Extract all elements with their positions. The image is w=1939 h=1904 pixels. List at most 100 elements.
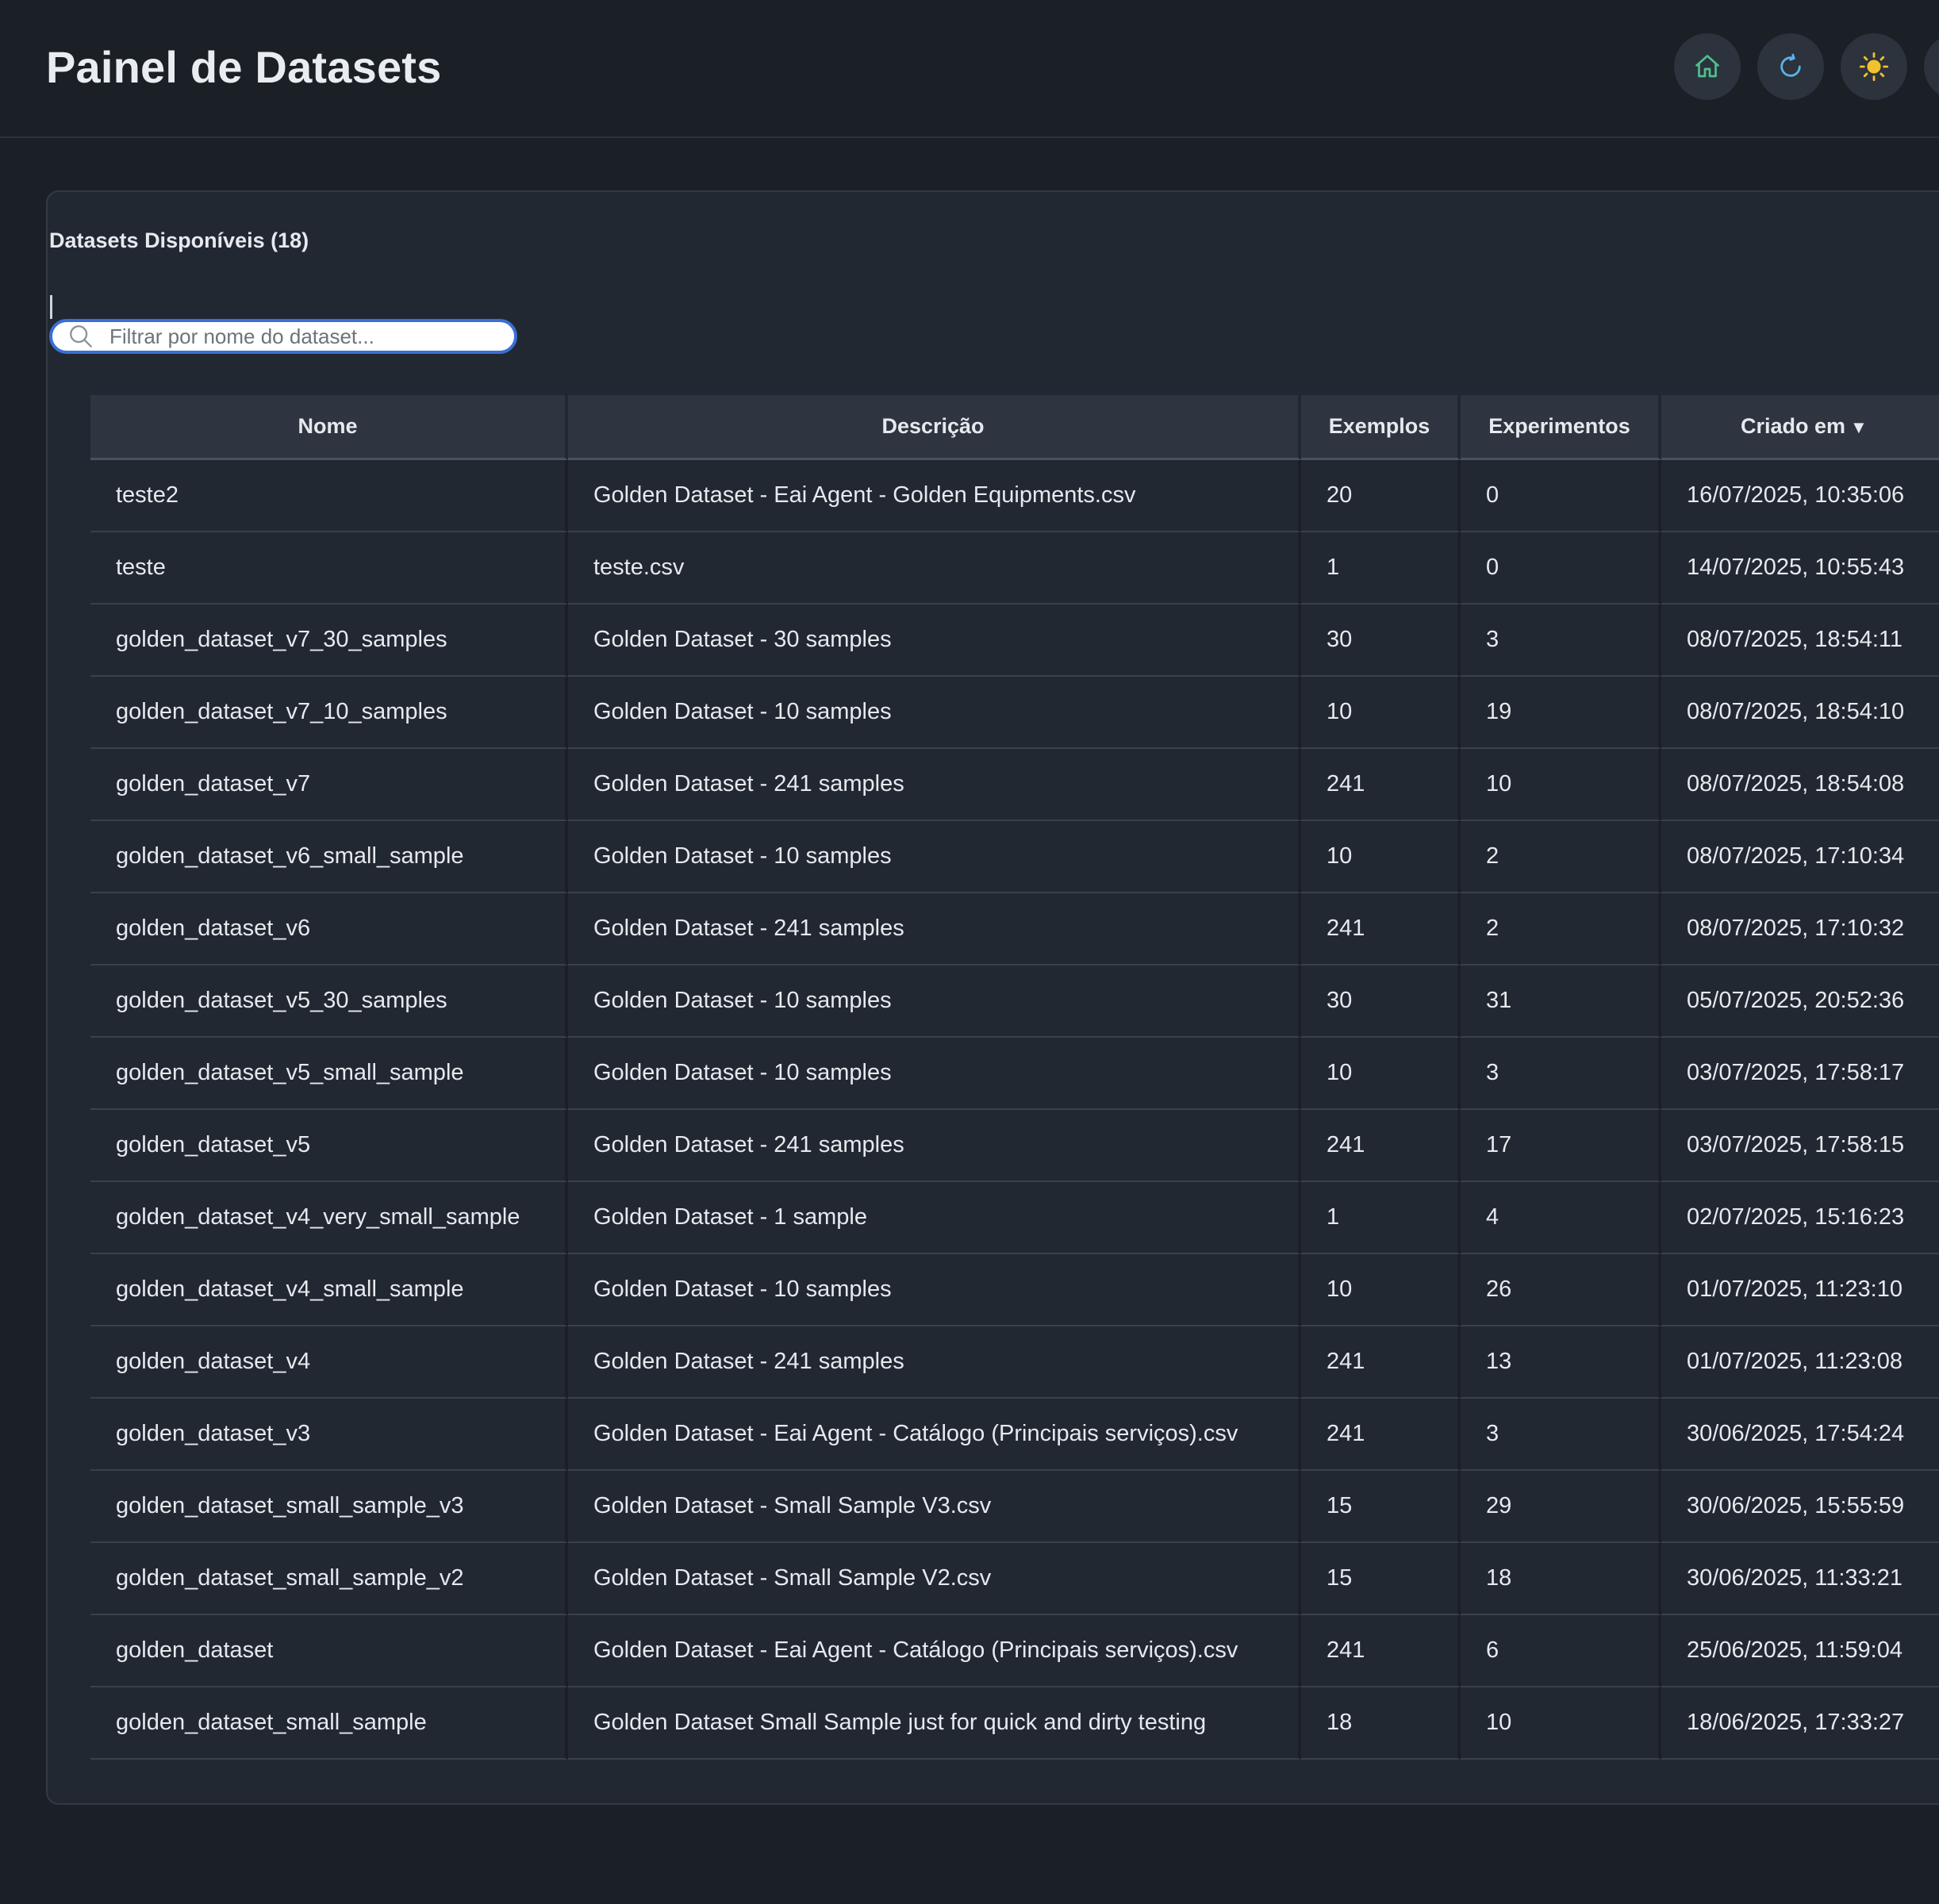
cell-nome: golden_dataset_v4_small_sample [90,1254,568,1326]
sun-icon [1859,52,1889,82]
cell-experimentos: 2 [1461,893,1661,965]
cell-descricao: Golden Dataset - 241 samples [568,1326,1301,1399]
column-header-exemplos[interactable]: Exemplos [1301,395,1461,460]
cell-exemplos: 241 [1301,749,1461,821]
cell-criado-em: 03/07/2025, 17:58:17 [1661,1038,1939,1110]
user-menu-button[interactable] [1924,33,1939,100]
cell-nome: golden_dataset_v4 [90,1326,568,1399]
cell-experimentos: 31 [1461,965,1661,1038]
table-header-row: Nome Descrição Exemplos Experimentos Cri… [90,395,1939,460]
cell-nome: golden_dataset_v6_small_sample [90,821,568,893]
cell-descricao: Golden Dataset - 10 samples [568,821,1301,893]
cell-nome: golden_dataset_small_sample [90,1687,568,1760]
page-title: Painel de Datasets [46,42,442,92]
cell-exemplos: 20 [1301,460,1461,532]
table-row[interactable]: golden_dataset_v4_small_sample Golden Dat… [90,1254,1939,1326]
cell-exemplos: 241 [1301,1399,1461,1471]
home-icon [1693,52,1722,81]
cell-experimentos: 2 [1461,821,1661,893]
cell-exemplos: 15 [1301,1471,1461,1543]
cell-criado-em: 30/06/2025, 15:55:59 [1661,1471,1939,1543]
cell-descricao: Golden Dataset - 1 sample [568,1182,1301,1254]
cell-descricao: Golden Dataset - 30 samples [568,605,1301,677]
cell-descricao: Golden Dataset - 241 samples [568,893,1301,965]
column-header-nome[interactable]: Nome [90,395,568,460]
column-header-experimentos[interactable]: Experimentos [1461,395,1661,460]
cell-criado-em: 16/07/2025, 10:35:06 [1661,460,1939,532]
cell-nome: golden_dataset_small_sample_v2 [90,1543,568,1615]
cell-nome: golden_dataset_v3 [90,1399,568,1471]
cell-criado-em: 25/06/2025, 11:59:04 [1661,1615,1939,1687]
cell-exemplos: 10 [1301,1038,1461,1110]
datasets-table: Nome Descrição Exemplos Experimentos Cri… [90,395,1939,1760]
app-header: Painel de Datasets [0,0,1939,138]
cell-nome: golden_dataset_v7 [90,749,568,821]
cell-descricao: Golden Dataset - Eai Agent - Catálogo (P… [568,1399,1301,1471]
cell-exemplos: 10 [1301,821,1461,893]
cell-descricao: Golden Dataset - Small Sample V2.csv [568,1543,1301,1615]
cell-exemplos: 241 [1301,1110,1461,1182]
table-row[interactable]: golden_dataset_v7_30_samples Golden Datas… [90,605,1939,677]
column-header-descricao[interactable]: Descrição [568,395,1301,460]
cell-nome: golden_dataset_v5_30_samples [90,965,568,1038]
table-row[interactable]: golden_dataset_v5_small_sample Golden Dat… [90,1038,1939,1110]
cell-experimentos: 6 [1461,1615,1661,1687]
cell-criado-em: 30/06/2025, 11:33:21 [1661,1543,1939,1615]
table-row[interactable]: golden_dataset_v3 Golden Dataset - Eai Ag… [90,1399,1939,1471]
cell-nome: teste [90,532,568,605]
theme-toggle-button[interactable] [1841,33,1907,100]
refresh-button[interactable] [1757,33,1824,100]
cell-exemplos: 10 [1301,677,1461,749]
cell-exemplos: 241 [1301,1326,1461,1399]
cell-criado-em: 08/07/2025, 17:10:32 [1661,893,1939,965]
cell-descricao: Golden Dataset - Eai Agent - Golden Equi… [568,460,1301,532]
cell-experimentos: 10 [1461,1687,1661,1760]
column-header-criado-em[interactable]: Criado em ▼ [1661,395,1939,460]
cell-experimentos: 29 [1461,1471,1661,1543]
home-button[interactable] [1674,33,1741,100]
table-row[interactable]: golden_dataset_v5_30_samples Golden Datas… [90,965,1939,1038]
cell-descricao: teste.csv [568,532,1301,605]
table-row[interactable]: golden_dataset_v6_small_sample Golden Dat… [90,821,1939,893]
table-row[interactable]: golden_dataset_small_sample Golden Datase… [90,1687,1939,1760]
cell-descricao: Golden Dataset - 10 samples [568,1038,1301,1110]
search-icon [67,322,95,351]
table-row[interactable]: golden_dataset_v5 Golden Dataset - 241 sa… [90,1110,1939,1182]
search-input[interactable] [109,324,474,349]
cell-criado-em: 08/07/2025, 18:54:11 [1661,605,1939,677]
cell-descricao: Golden Dataset - 241 samples [568,749,1301,821]
cell-nome: teste2 [90,460,568,532]
cell-nome: golden_dataset_v5_small_sample [90,1038,568,1110]
cell-experimentos: 19 [1461,677,1661,749]
cell-exemplos: 241 [1301,893,1461,965]
table-row[interactable]: golden_dataset_v6 Golden Dataset - 241 sa… [90,893,1939,965]
sort-desc-icon: ▼ [1850,417,1868,437]
table-row[interactable]: golden_dataset_small_sample_v3 Golden Dat… [90,1471,1939,1543]
search-box[interactable] [49,319,517,354]
cell-criado-em: 03/07/2025, 17:58:15 [1661,1110,1939,1182]
table-row[interactable]: golden_dataset_v4 Golden Dataset - 241 sa… [90,1326,1939,1399]
cell-experimentos: 3 [1461,605,1661,677]
cell-nome: golden_dataset_v7_10_samples [90,677,568,749]
cell-nome: golden_dataset_v4_very_small_sample [90,1182,568,1254]
cell-experimentos: 4 [1461,1182,1661,1254]
table-row[interactable]: teste2 Golden Dataset - Eai Agent - Golde… [90,460,1939,532]
table-row[interactable]: teste teste.csv 1 0 14/07/2025, 10:55:43 [90,532,1939,605]
table-row[interactable]: golden_dataset_v7 Golden Dataset - 241 sa… [90,749,1939,821]
cell-criado-em: 01/07/2025, 11:23:08 [1661,1326,1939,1399]
cell-criado-em: 08/07/2025, 17:10:34 [1661,821,1939,893]
cell-descricao: Golden Dataset - 10 samples [568,1254,1301,1326]
cell-experimentos: 10 [1461,749,1661,821]
refresh-icon [1777,53,1804,80]
table-row[interactable]: golden_dataset_v4_very_small_sample Golde… [90,1182,1939,1254]
cell-descricao: Golden Dataset - 10 samples [568,965,1301,1038]
table-row[interactable]: golden_dataset_small_sample_v2 Golden Dat… [90,1543,1939,1615]
table-row[interactable]: golden_dataset Golden Dataset - Eai Agent… [90,1615,1939,1687]
panel-title: Datasets Disponíveis (18) [49,228,309,252]
cell-criado-em: 05/07/2025, 20:52:36 [1661,965,1939,1038]
cell-experimentos: 18 [1461,1543,1661,1615]
cell-descricao: Golden Dataset - Small Sample V3.csv [568,1471,1301,1543]
cell-descricao: Golden Dataset - 10 samples [568,677,1301,749]
cell-criado-em: 02/07/2025, 15:16:23 [1661,1182,1939,1254]
table-row[interactable]: golden_dataset_v7_10_samples Golden Datas… [90,677,1939,749]
